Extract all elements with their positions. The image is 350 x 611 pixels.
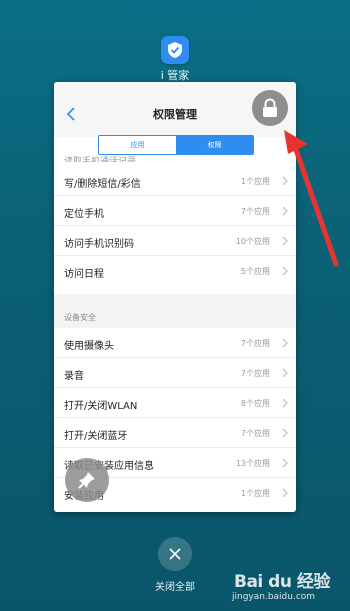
- lock-app-button[interactable]: [252, 90, 288, 126]
- chevron-right-icon: [282, 488, 288, 498]
- watermark-logo: Bai du 经验: [234, 572, 330, 592]
- permission-name: 录音: [64, 371, 84, 382]
- shield-check-icon: [168, 42, 182, 58]
- pin-icon: [78, 472, 95, 489]
- app-count: 10个应用: [235, 237, 270, 246]
- app-count: 7个应用: [240, 429, 270, 438]
- chevron-right-icon: [282, 368, 288, 378]
- permission-name: 访问日程: [64, 269, 104, 280]
- permission-name: 定位手机: [64, 209, 104, 220]
- app-count: 1个应用: [240, 489, 270, 498]
- app-count: 1个应用: [240, 177, 270, 186]
- lock-icon: [263, 98, 277, 117]
- list-item[interactable]: 打开/关闭蓝牙 7个应用: [54, 418, 296, 448]
- close-icon: [169, 548, 181, 560]
- app-count: 13个应用: [235, 459, 270, 468]
- app-icon-i-guanjia: [161, 36, 189, 64]
- permission-list: 读取手机通话记录 写/删除短信/彩信 1个应用 定位手机 7个应用 访问手机识别…: [54, 157, 296, 294]
- app-count: 5个应用: [240, 267, 270, 276]
- list-item[interactable]: 打开/关闭WLAN 8个应用: [54, 388, 296, 418]
- permission-name: 打开/关闭蓝牙: [64, 431, 128, 442]
- permission-name: 访问手机识别码: [64, 239, 134, 250]
- close-all-button[interactable]: [158, 537, 192, 571]
- chevron-right-icon: [282, 428, 288, 438]
- app-header: 权限管理: [54, 82, 296, 137]
- permission-name: 写/删除短信/彩信: [64, 179, 141, 190]
- list-item-partial: 读取手机通话记录: [64, 157, 137, 162]
- red-arrow-annotation: [284, 130, 339, 267]
- list-item[interactable]: 访问日程 5个应用: [54, 256, 296, 286]
- list-item[interactable]: 录音 7个应用: [54, 358, 296, 388]
- chevron-right-icon: [282, 458, 288, 468]
- app-count: 8个应用: [240, 399, 270, 408]
- segmented-tabs: 应用 权限: [98, 135, 254, 155]
- chevron-right-icon: [282, 338, 288, 348]
- chevron-right-icon: [282, 398, 288, 408]
- app-count: 7个应用: [240, 339, 270, 348]
- permission-name: 使用摄像头: [64, 341, 114, 352]
- pin-button[interactable]: [65, 458, 109, 502]
- watermark-url: jingyan.baidu.com: [232, 592, 316, 602]
- list-item[interactable]: 写/删除短信/彩信 1个应用: [54, 166, 296, 196]
- app-preview-card[interactable]: 权限管理 应用 权限 读取手机通话记录 写/删除短信/彩信 1个应用 定位手机 …: [54, 82, 296, 512]
- app-name: i 管家: [160, 69, 190, 82]
- permission-name: 打开/关闭WLAN: [64, 401, 138, 412]
- tab-permissions[interactable]: 权限: [176, 136, 253, 154]
- list-item[interactable]: 定位手机 7个应用: [54, 196, 296, 226]
- baidu-jingyan-watermark: Bai du 经验 jingyan.baidu.com: [228, 567, 348, 607]
- section-title: 设备安全: [64, 313, 96, 322]
- app-count: 7个应用: [240, 369, 270, 378]
- section-gap: [54, 294, 296, 308]
- section-header: 设备安全: [54, 308, 296, 328]
- tab-apps[interactable]: 应用: [99, 136, 176, 154]
- list-item[interactable]: 使用摄像头 7个应用: [54, 328, 296, 358]
- list-item[interactable]: 访问手机识别码 10个应用: [54, 226, 296, 256]
- app-count: 7个应用: [240, 207, 270, 216]
